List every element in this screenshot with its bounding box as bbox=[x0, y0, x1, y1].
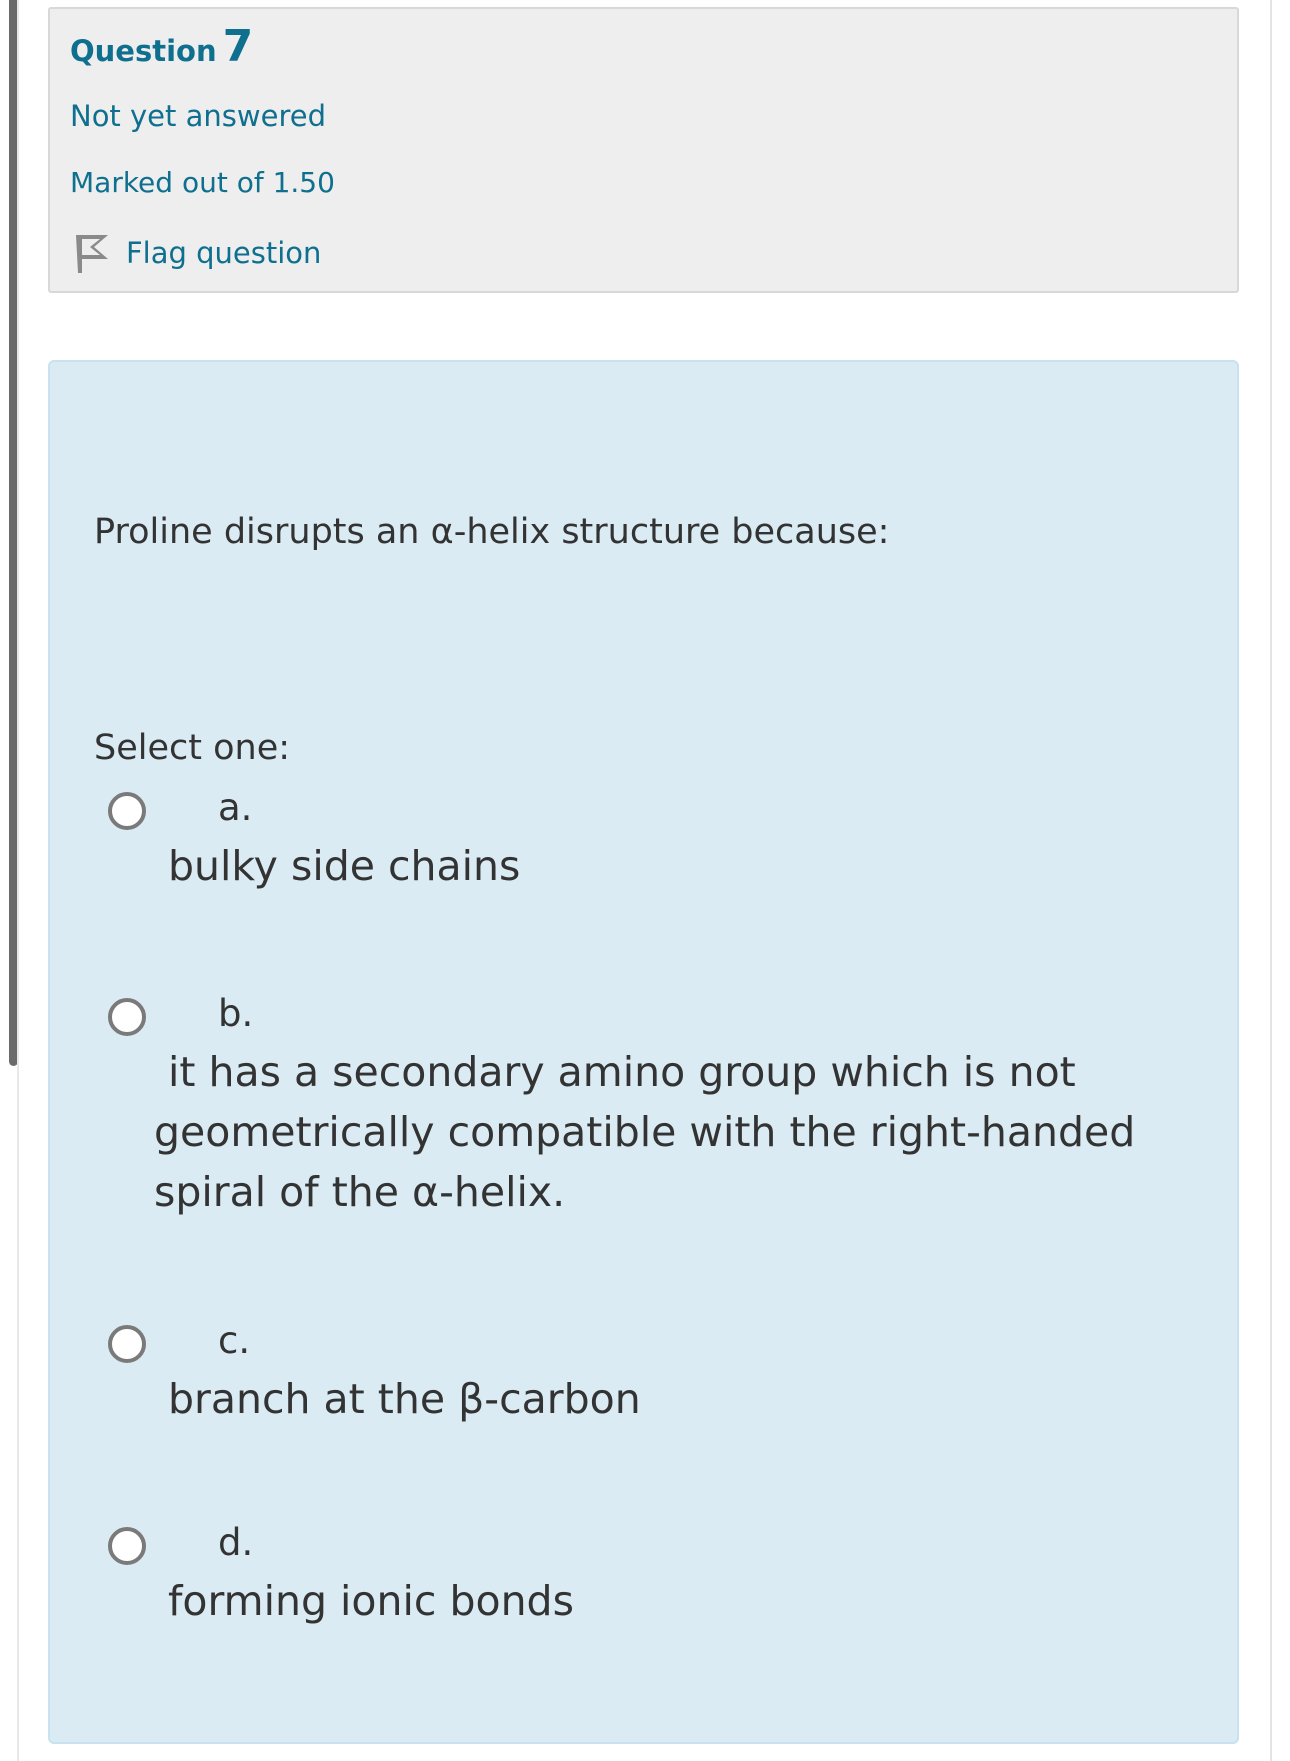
question-label: Question bbox=[70, 34, 217, 68]
question-grade: Marked out of 1.50 bbox=[70, 166, 335, 199]
option-text-d: forming ionic bonds bbox=[168, 1577, 574, 1625]
question-state: Not yet answered bbox=[70, 99, 326, 133]
radio-c[interactable] bbox=[108, 1325, 146, 1363]
option-text-b: it has a secondary amino group which is … bbox=[154, 1048, 1136, 1216]
radio-b[interactable] bbox=[108, 998, 146, 1036]
question-info-panel: Question 7 Not yet answered Marked out of… bbox=[48, 7, 1239, 293]
option-letter-d: d. bbox=[218, 1521, 254, 1564]
option-letter-a: a. bbox=[218, 786, 253, 829]
flag-question-button[interactable]: Flag question bbox=[72, 231, 321, 275]
flag-icon bbox=[72, 231, 112, 275]
radio-a[interactable] bbox=[108, 792, 146, 830]
option-letter-b: b. bbox=[218, 992, 254, 1035]
question-text: Proline disrupts an α-helix structure be… bbox=[94, 512, 890, 552]
option-text-a: bulky side chains bbox=[168, 842, 521, 890]
page-left-border bbox=[17, 0, 19, 1761]
option-letter-c: c. bbox=[218, 1319, 251, 1362]
question-number: 7 bbox=[222, 21, 254, 72]
page-right-border bbox=[1270, 0, 1272, 1761]
select-one-prompt: Select one: bbox=[94, 728, 291, 768]
question-heading: Question 7 bbox=[70, 21, 253, 72]
flag-question-label: Flag question bbox=[126, 236, 322, 270]
option-text-c: branch at the β-carbon bbox=[168, 1375, 641, 1423]
radio-d[interactable] bbox=[108, 1527, 146, 1565]
question-content-panel: Proline disrupts an α-helix structure be… bbox=[48, 360, 1239, 1744]
